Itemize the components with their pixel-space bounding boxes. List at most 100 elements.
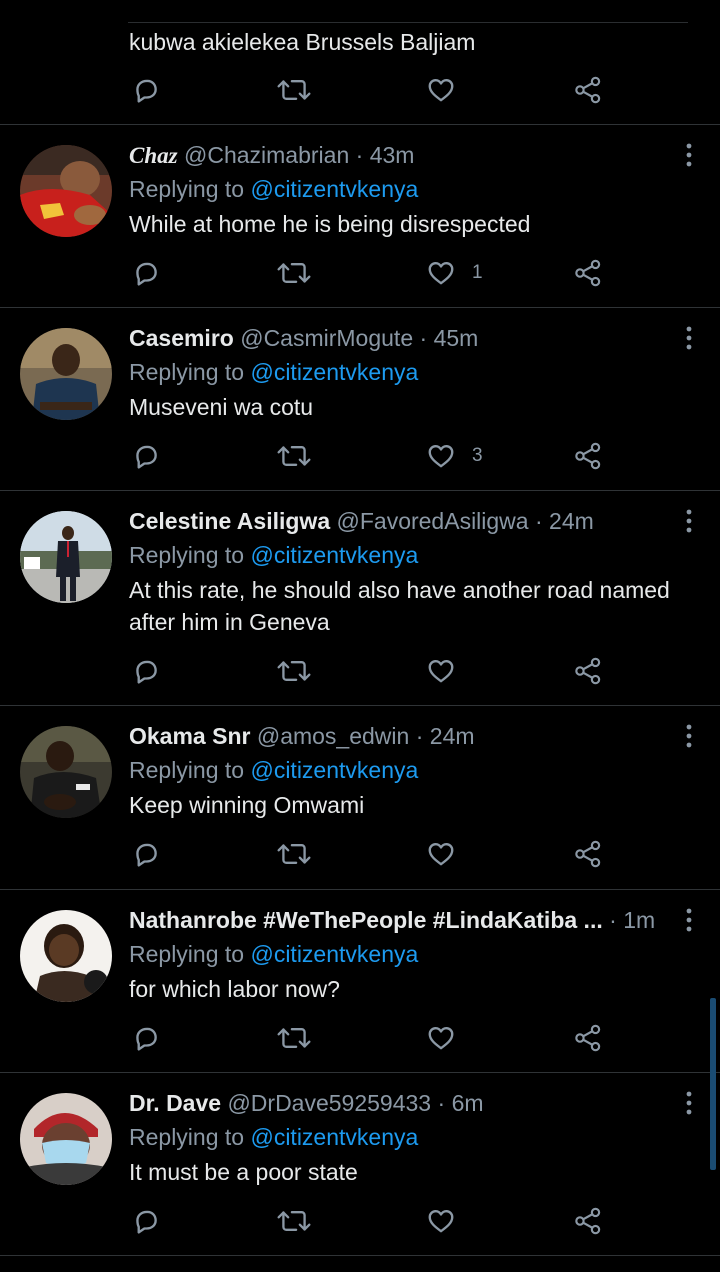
avatar[interactable] [20, 910, 112, 1002]
tweet[interactable]: Nathanrobe #WeThePeople #LindaKatiba ...… [0, 890, 720, 1073]
user-handle[interactable]: @DrDave59259433 [227, 1090, 431, 1116]
avatar[interactable] [20, 726, 112, 818]
retweet-button[interactable] [276, 253, 312, 293]
more-options-button[interactable] [686, 143, 692, 167]
reply-icon [131, 1023, 161, 1053]
like-button[interactable]: 1 [426, 253, 483, 293]
display-name[interactable]: Chaz [129, 143, 178, 168]
reply-icon [131, 1206, 161, 1236]
tweet-header: Nathanrobe #WeThePeople #LindaKatiba ...… [129, 904, 698, 936]
reply-button[interactable] [131, 1018, 161, 1058]
timestamp[interactable]: 6m [452, 1090, 484, 1116]
display-name[interactable]: Casemiro [129, 325, 234, 351]
retweet-button[interactable] [276, 1201, 312, 1241]
tweet[interactable]: Chaz @Chazimabrian · 43m Replying to @ci… [0, 125, 720, 308]
separator-dot: · [609, 907, 617, 933]
share-button[interactable] [573, 1018, 603, 1058]
more-options-button[interactable] [686, 1091, 692, 1115]
reply-button[interactable] [131, 253, 161, 293]
timestamp[interactable]: 45m [434, 325, 479, 351]
mention-link[interactable]: @citizentvkenya [250, 757, 418, 783]
share-button[interactable] [573, 436, 603, 476]
display-name[interactable]: Dr. Dave [129, 1090, 221, 1116]
retweet-button[interactable] [276, 651, 312, 691]
reply-button[interactable] [131, 834, 161, 874]
share-button[interactable] [573, 70, 603, 110]
tweet[interactable]: Okama Snr @amos_edwin · 24m Replying to … [0, 706, 720, 890]
display-name[interactable]: Celestine Asiligwa [129, 508, 330, 534]
mention-link[interactable]: @citizentvkenya [250, 542, 418, 568]
replying-to: Replying to @citizentvkenya [129, 1121, 698, 1153]
heart-icon [426, 441, 456, 471]
separator-dot: · [437, 1090, 446, 1116]
avatar[interactable] [20, 1093, 112, 1185]
retweet-button[interactable] [276, 834, 312, 874]
retweet-icon [276, 75, 312, 105]
replying-to: Replying to @citizentvkenya [129, 173, 698, 205]
tweet[interactable]: Casemiro @CasmirMogute · 45m Replying to… [0, 308, 720, 491]
reply-icon [131, 258, 161, 288]
retweet-button[interactable] [276, 70, 312, 110]
user-photo [20, 511, 112, 603]
reply-button[interactable] [131, 436, 161, 476]
like-button[interactable] [426, 834, 456, 874]
tweet-actions [0, 70, 720, 110]
timestamp[interactable]: 24m [430, 723, 475, 749]
user-handle[interactable]: @FavoredAsiligwa [337, 508, 529, 534]
reply-button[interactable] [131, 70, 161, 110]
reply-button[interactable] [131, 651, 161, 691]
tweet-header: Casemiro @CasmirMogute · 45m [129, 322, 698, 354]
user-handle[interactable]: @amos_edwin [257, 723, 409, 749]
like-count: 3 [472, 445, 483, 466]
user-handle[interactable]: @CasmirMogute [240, 325, 413, 351]
share-button[interactable] [573, 834, 603, 874]
scrollbar-thumb[interactable] [710, 998, 716, 1170]
user-handle[interactable]: @Chazimabrian [184, 142, 349, 168]
retweet-button[interactable] [276, 436, 312, 476]
avatar[interactable] [20, 328, 112, 420]
more-options-button[interactable] [686, 724, 692, 748]
share-button[interactable] [573, 1201, 603, 1241]
like-button[interactable] [426, 1018, 456, 1058]
share-icon [573, 656, 603, 686]
tweet[interactable]: Celestine Asiligwa @FavoredAsiligwa · 24… [0, 491, 720, 706]
replying-to-label: Replying to [129, 359, 245, 385]
heart-icon [426, 258, 456, 288]
share-icon [573, 1023, 603, 1053]
tweet-header: Chaz @Chazimabrian · 43m [129, 139, 698, 171]
timestamp[interactable]: 24m [549, 508, 594, 534]
retweet-icon [276, 1023, 312, 1053]
share-icon [573, 258, 603, 288]
more-options-button[interactable] [686, 509, 692, 533]
replying-to-label: Replying to [129, 542, 245, 568]
tweet[interactable]: Dr. Dave @DrDave59259433 · 6m Replying t… [0, 1073, 720, 1256]
like-button[interactable]: 3 [426, 436, 483, 476]
like-button[interactable] [426, 1201, 456, 1241]
mention-link[interactable]: @citizentvkenya [250, 1124, 418, 1150]
replying-to-label: Replying to [129, 941, 245, 967]
display-name[interactable]: Okama Snr [129, 723, 250, 749]
like-button[interactable] [426, 70, 456, 110]
mention-link[interactable]: @citizentvkenya [250, 941, 418, 967]
timestamp[interactable]: 1m [623, 907, 655, 933]
reply-button[interactable] [131, 1201, 161, 1241]
mention-link[interactable]: @citizentvkenya [250, 359, 418, 385]
tweet-header: Okama Snr @amos_edwin · 24m [129, 720, 698, 752]
more-vertical-icon [686, 908, 692, 932]
separator-dot: · [534, 508, 543, 534]
retweet-button[interactable] [276, 1018, 312, 1058]
partial-tweet[interactable]: kubwa akielekea Brussels Baljiam [0, 0, 720, 125]
more-options-button[interactable] [686, 326, 692, 350]
tweet-content: Celestine Asiligwa @FavoredAsiligwa · 24… [129, 505, 698, 638]
avatar[interactable] [20, 145, 112, 237]
share-button[interactable] [573, 651, 603, 691]
share-button[interactable] [573, 253, 603, 293]
avatar[interactable] [20, 511, 112, 603]
like-button[interactable] [426, 651, 456, 691]
retweet-icon [276, 441, 312, 471]
mention-link[interactable]: @citizentvkenya [250, 176, 418, 202]
more-options-button[interactable] [686, 908, 692, 932]
reply-icon [131, 656, 161, 686]
timestamp[interactable]: 43m [370, 142, 415, 168]
display-name[interactable]: Nathanrobe #WeThePeople #LindaKatiba ... [129, 907, 603, 933]
